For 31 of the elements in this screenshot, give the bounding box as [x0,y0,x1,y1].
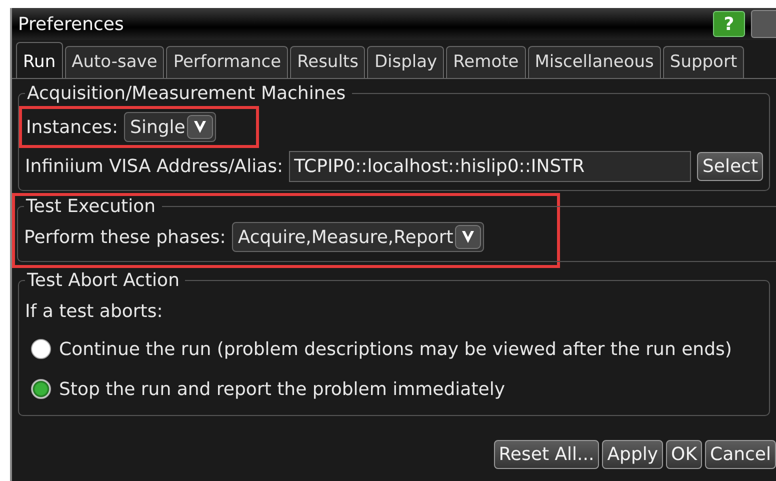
instances-dropdown[interactable]: Single [124,112,216,142]
window-title: Preferences [18,14,125,34]
tab[interactable]: Run [16,42,63,78]
radio-button[interactable] [31,379,51,399]
visa-address-field[interactable]: TCPIP0::localhost::hislip0::INSTR [289,150,692,182]
radio-label[interactable]: Stop the run and report the problem immediately [59,378,505,400]
field-label: Perform these phases: [24,226,226,248]
radio-button[interactable] [31,339,51,359]
field-label: Instances: [26,116,118,138]
help-button[interactable]: ? [713,11,745,37]
select-button[interactable]: Select [697,152,763,180]
tab[interactable]: Remote [446,46,526,78]
prompt-text: If a test aborts: [25,300,163,322]
phases-dropdown[interactable]: Acquire,Measure,Report [232,222,484,252]
tab[interactable]: Auto-save [64,46,164,78]
dialog-button[interactable]: Apply [602,440,664,469]
group-title: Acquisition/Measurement Machines [26,83,347,104]
dialog-button[interactable]: Cancel [705,440,776,469]
dialog-button[interactable]: OK [666,440,702,469]
dialog-button[interactable]: Reset All... [494,440,600,469]
chevron-down-icon [187,115,214,139]
tab[interactable]: Support [662,46,744,78]
radio-label[interactable]: Continue the run (problem descriptions may be viewed after the run ends) [59,338,732,360]
chevron-down-icon [455,225,482,249]
tab[interactable]: Display [367,46,444,78]
tab[interactable]: Results [290,46,366,78]
tab[interactable]: Miscellaneous [528,46,661,78]
field-label: Infiniium VISA Address/Alias: [25,156,284,176]
group-title: Test Abort Action [26,270,180,291]
group-title: Test Execution [25,196,156,217]
tab[interactable]: Performance [166,46,288,78]
